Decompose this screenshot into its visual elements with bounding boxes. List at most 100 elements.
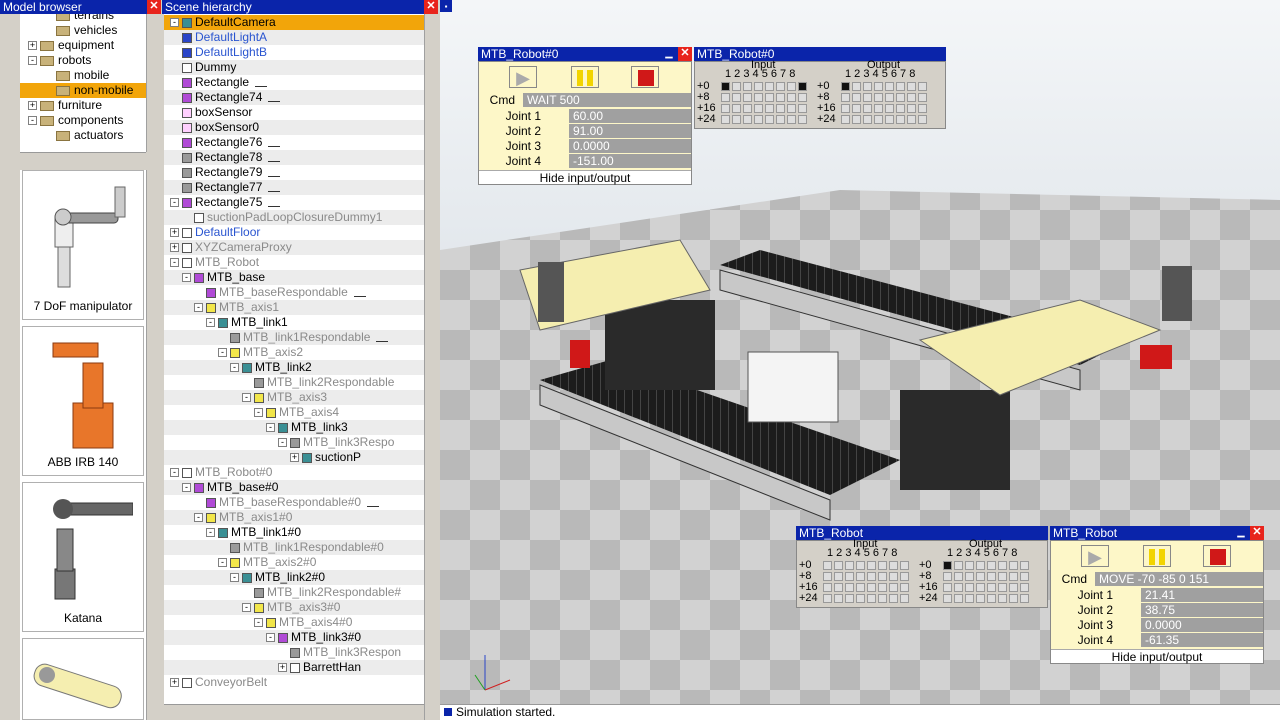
io-bit-cell[interactable]	[845, 583, 854, 592]
io-bit-cell[interactable]	[954, 572, 963, 581]
io-bit-cell[interactable]	[943, 572, 952, 581]
io-bit-cell[interactable]	[976, 594, 985, 603]
io-bit-cell[interactable]	[841, 93, 850, 102]
expand-icon[interactable]: +	[28, 41, 37, 51]
io-bit-cell[interactable]	[885, 82, 894, 91]
collapse-icon[interactable]: -	[218, 558, 227, 568]
io-bit-cell[interactable]	[965, 594, 974, 603]
scene-object-row[interactable]: MTB_link2Respondable#	[164, 585, 424, 600]
tree-folder-item[interactable]: terrains	[20, 14, 146, 23]
collapse-icon[interactable]: -	[218, 348, 227, 358]
io-bit-cell[interactable]	[867, 583, 876, 592]
io-bit-cell[interactable]	[765, 104, 774, 113]
io-bit-cell[interactable]	[754, 104, 763, 113]
io-bit-cell[interactable]	[998, 583, 1007, 592]
collapse-icon[interactable]: -	[194, 303, 203, 313]
io-bit-cell[interactable]	[889, 594, 898, 603]
scene-object-row[interactable]: - MTB_base	[164, 270, 424, 285]
scene-object-row[interactable]: + suctionP	[164, 450, 424, 465]
scene-object-row[interactable]: - MTB_axis4#0	[164, 615, 424, 630]
expand-icon[interactable]: +	[170, 243, 179, 253]
scene-object-row[interactable]: - MTB_Robot#0	[164, 465, 424, 480]
io-bit-cell[interactable]	[896, 93, 905, 102]
scene-object-row[interactable]: MTB_link2Respondable	[164, 375, 424, 390]
io-bit-cell[interactable]	[874, 82, 883, 91]
io-bit-cell[interactable]	[874, 104, 883, 113]
joint-value[interactable]: 21.41	[1141, 588, 1263, 602]
scene-object-row[interactable]: + XYZCameraProxy	[164, 240, 424, 255]
io-bit-cell[interactable]	[976, 561, 985, 570]
io-bit-cell[interactable]	[841, 115, 850, 124]
io-bit-cell[interactable]	[943, 583, 952, 592]
io-bit-cell[interactable]	[776, 115, 785, 124]
io-bit-cell[interactable]	[765, 93, 774, 102]
io-bit-cell[interactable]	[900, 583, 909, 592]
tree-folder-item[interactable]: + furniture	[20, 98, 146, 113]
scene-object-row[interactable]: - MTB_link3Respo	[164, 435, 424, 450]
collapse-icon[interactable]: -	[278, 438, 287, 448]
stop-icon[interactable]	[631, 66, 659, 88]
model-thumb-abb[interactable]: ABB IRB 140	[22, 326, 144, 476]
stop-icon[interactable]	[1203, 545, 1231, 567]
io-bit-cell[interactable]	[834, 583, 843, 592]
io-bit-cell[interactable]	[721, 104, 730, 113]
collapse-icon[interactable]: -	[206, 528, 215, 538]
io-bit-cell[interactable]	[943, 561, 952, 570]
scene-object-row[interactable]: Rectangle76	[164, 135, 424, 150]
scene-object-row[interactable]: suctionPadLoopClosureDummy1	[164, 210, 424, 225]
io-bit-cell[interactable]	[878, 572, 887, 581]
expand-icon[interactable]: +	[170, 678, 179, 688]
close-icon[interactable]: ✕	[1250, 526, 1264, 540]
io-bit-cell[interactable]	[885, 115, 894, 124]
io-bit-cell[interactable]	[863, 115, 872, 124]
scene-object-row[interactable]: - DefaultCamera	[164, 15, 424, 30]
scene-object-row[interactable]: boxSensor0	[164, 120, 424, 135]
io-bit-cell[interactable]	[787, 104, 796, 113]
scene-object-row[interactable]: - MTB_link2#0	[164, 570, 424, 585]
io-bit-cell[interactable]	[889, 583, 898, 592]
io-bit-cell[interactable]	[885, 93, 894, 102]
io-bit-cell[interactable]	[1020, 561, 1029, 570]
io-bit-cell[interactable]	[907, 82, 916, 91]
close-icon[interactable]: ✕	[678, 47, 692, 61]
io-bit-cell[interactable]	[987, 561, 996, 570]
close-icon[interactable]: ✕	[424, 0, 438, 14]
scene-object-row[interactable]: Rectangle74	[164, 90, 424, 105]
io-bit-cell[interactable]	[852, 115, 861, 124]
scene-scrollbar[interactable]	[424, 14, 440, 720]
scene-object-row[interactable]: DefaultLightA	[164, 30, 424, 45]
io-bit-cell[interactable]	[878, 583, 887, 592]
io-bit-cell[interactable]	[900, 594, 909, 603]
io-bit-cell[interactable]	[776, 82, 785, 91]
io-bit-cell[interactable]	[863, 82, 872, 91]
io-bit-cell[interactable]	[867, 572, 876, 581]
tree-folder-item[interactable]: - components	[20, 113, 146, 128]
collapse-icon[interactable]: -	[170, 18, 179, 28]
io-bit-cell[interactable]	[907, 93, 916, 102]
io-bit-cell[interactable]	[998, 594, 1007, 603]
io-bit-cell[interactable]	[889, 561, 898, 570]
play-icon[interactable]: ▶	[1081, 545, 1109, 567]
play-icon[interactable]: ▶	[509, 66, 537, 88]
io-bit-cell[interactable]	[900, 561, 909, 570]
expand-icon[interactable]: +	[278, 663, 287, 673]
io-bit-cell[interactable]	[798, 82, 807, 91]
io-bit-cell[interactable]	[754, 82, 763, 91]
io-bit-cell[interactable]	[823, 561, 832, 570]
collapse-icon[interactable]: -	[230, 363, 239, 373]
io-bit-cell[interactable]	[885, 104, 894, 113]
io-bit-cell[interactable]	[743, 93, 752, 102]
tree-folder-item[interactable]: non-mobile	[20, 83, 146, 98]
scene-object-row[interactable]: - MTB_axis1	[164, 300, 424, 315]
scene-object-row[interactable]: MTB_link3Respon	[164, 645, 424, 660]
scene-object-row[interactable]: - Rectangle75	[164, 195, 424, 210]
scene-object-row[interactable]: - MTB_axis3#0	[164, 600, 424, 615]
tree-folder-item[interactable]: + equipment	[20, 38, 146, 53]
minimize-icon[interactable]: ▁	[662, 47, 676, 61]
scene-hscrollbar[interactable]	[164, 704, 424, 720]
io-bit-cell[interactable]	[954, 594, 963, 603]
io-bit-cell[interactable]	[907, 115, 916, 124]
io-bit-cell[interactable]	[841, 104, 850, 113]
joint-value[interactable]: 0.0000	[1141, 618, 1263, 632]
io-bit-cell[interactable]	[867, 561, 876, 570]
